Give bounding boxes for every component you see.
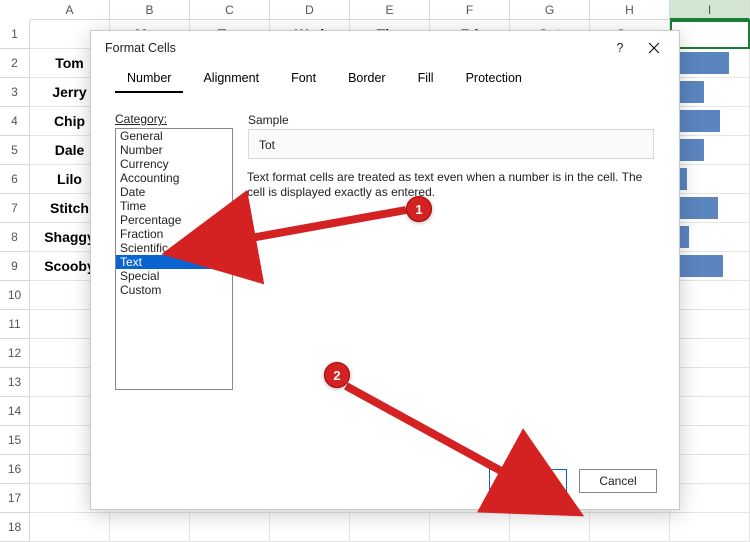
cell[interactable] xyxy=(510,513,590,542)
cell[interactable] xyxy=(670,165,750,194)
cell[interactable] xyxy=(670,107,750,136)
category-item-percentage[interactable]: Percentage xyxy=(116,213,232,227)
column-header[interactable]: H xyxy=(590,0,670,20)
sample-label: Sample xyxy=(248,113,654,127)
cell[interactable] xyxy=(670,252,750,281)
row-header[interactable]: 3 xyxy=(0,78,30,107)
cell[interactable] xyxy=(350,513,430,542)
cell[interactable] xyxy=(670,136,750,165)
cell[interactable] xyxy=(670,281,750,310)
ok-button[interactable]: OK xyxy=(489,469,567,493)
category-item-special[interactable]: Special xyxy=(116,269,232,283)
close-icon xyxy=(648,42,660,54)
row-header[interactable]: 18 xyxy=(0,513,30,542)
row-header[interactable]: 9 xyxy=(0,252,30,281)
cell[interactable] xyxy=(670,339,750,368)
dialog-titlebar: Format Cells ? xyxy=(91,31,679,65)
category-item-general[interactable]: General xyxy=(116,129,232,143)
tab-protection[interactable]: Protection xyxy=(454,65,534,93)
row-header[interactable]: 14 xyxy=(0,397,30,426)
category-listbox[interactable]: GeneralNumberCurrencyAccountingDateTimeP… xyxy=(115,128,233,390)
row-headers: 123456789101112131415161718 xyxy=(0,20,30,542)
column-header[interactable]: D xyxy=(270,0,350,20)
cancel-button[interactable]: Cancel xyxy=(579,469,657,493)
sample-value: Tot xyxy=(248,129,654,159)
row-header[interactable]: 6 xyxy=(0,165,30,194)
category-item-scientific[interactable]: Scientific xyxy=(116,241,232,255)
category-item-time[interactable]: Time xyxy=(116,199,232,213)
dialog-title: Format Cells xyxy=(105,41,603,55)
tab-alignment[interactable]: Alignment xyxy=(191,65,271,93)
cell[interactable] xyxy=(30,513,110,542)
tab-number[interactable]: Number xyxy=(115,65,183,93)
category-item-date[interactable]: Date xyxy=(116,185,232,199)
row-header[interactable]: 13 xyxy=(0,368,30,397)
category-item-currency[interactable]: Currency xyxy=(116,157,232,171)
cell[interactable] xyxy=(670,194,750,223)
format-description: Text format cells are treated as text ev… xyxy=(247,170,655,200)
dialog-tabs: Number Alignment Font Border Fill Protection xyxy=(91,65,679,94)
close-button[interactable] xyxy=(637,33,671,63)
row-header[interactable]: 15 xyxy=(0,426,30,455)
cell[interactable] xyxy=(670,20,750,49)
column-header[interactable]: F xyxy=(430,0,510,20)
dialog-buttons: OK Cancel xyxy=(91,459,679,509)
format-cells-dialog: Format Cells ? Number Alignment Font Border… xyxy=(90,30,680,510)
column-header[interactable]: C xyxy=(190,0,270,20)
row-header[interactable]: 8 xyxy=(0,223,30,252)
cell[interactable] xyxy=(670,426,750,455)
row-header[interactable]: 16 xyxy=(0,455,30,484)
row-header[interactable]: 1 xyxy=(0,20,30,49)
category-label: Category: xyxy=(115,112,233,126)
column-header[interactable]: I xyxy=(670,0,750,20)
column-header[interactable]: G xyxy=(510,0,590,20)
category-item-accounting[interactable]: Accounting xyxy=(116,171,232,185)
cell[interactable] xyxy=(430,513,510,542)
cell[interactable] xyxy=(670,49,750,78)
row-header[interactable]: 4 xyxy=(0,107,30,136)
cell[interactable] xyxy=(670,368,750,397)
column-header[interactable]: A xyxy=(30,0,110,20)
row-header[interactable]: 7 xyxy=(0,194,30,223)
tab-border[interactable]: Border xyxy=(336,65,398,93)
cell[interactable] xyxy=(670,513,750,542)
cell[interactable] xyxy=(590,513,670,542)
column-headers: ABCDEFGHI xyxy=(30,0,750,20)
cell[interactable] xyxy=(670,397,750,426)
cell[interactable] xyxy=(670,223,750,252)
row-header[interactable]: 11 xyxy=(0,310,30,339)
category-item-text[interactable]: Text xyxy=(116,255,232,269)
category-item-number[interactable]: Number xyxy=(116,143,232,157)
tab-fill[interactable]: Fill xyxy=(406,65,446,93)
row-header[interactable]: 2 xyxy=(0,49,30,78)
help-button[interactable]: ? xyxy=(603,33,637,63)
cell[interactable] xyxy=(670,78,750,107)
row-header[interactable]: 10 xyxy=(0,281,30,310)
question-icon: ? xyxy=(617,41,624,55)
cell[interactable] xyxy=(270,513,350,542)
cell[interactable] xyxy=(670,310,750,339)
column-header[interactable]: B xyxy=(110,0,190,20)
cell[interactable] xyxy=(670,484,750,513)
column-header[interactable]: E xyxy=(350,0,430,20)
cell[interactable] xyxy=(190,513,270,542)
category-item-fraction[interactable]: Fraction xyxy=(116,227,232,241)
category-item-custom[interactable]: Custom xyxy=(116,283,232,297)
row-header[interactable]: 17 xyxy=(0,484,30,513)
cell[interactable] xyxy=(110,513,190,542)
row-header[interactable]: 12 xyxy=(0,339,30,368)
tab-font[interactable]: Font xyxy=(279,65,328,93)
cell[interactable] xyxy=(670,455,750,484)
row-header[interactable]: 5 xyxy=(0,136,30,165)
dialog-body: Category: GeneralNumberCurrencyAccountin… xyxy=(91,94,679,459)
